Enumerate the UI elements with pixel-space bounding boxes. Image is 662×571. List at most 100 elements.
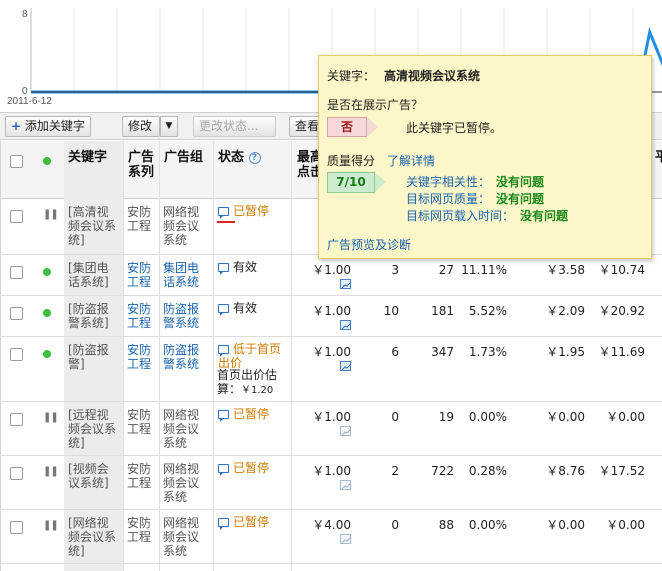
plus-icon: + xyxy=(11,119,22,133)
comment-bubble-icon[interactable] xyxy=(218,464,229,476)
row-checkbox[interactable] xyxy=(10,467,23,480)
row-checkbox[interactable] xyxy=(10,210,23,223)
max-cpc-bid[interactable]: ￥1.00 xyxy=(297,304,351,318)
popup-keyword-value: 高清视频会议系统 xyxy=(384,69,481,83)
campaign-link[interactable]: 安防工程 xyxy=(127,205,155,233)
avg-cpc-value: ￥0.00 xyxy=(546,518,585,532)
comment-bubble-icon[interactable] xyxy=(218,345,229,357)
comment-bubble-icon[interactable] xyxy=(218,410,229,422)
adgroup-link[interactable]: 网络视频会议系统 xyxy=(163,408,205,450)
enabled-dot-icon[interactable] xyxy=(43,350,51,358)
selected-status-underline xyxy=(217,221,235,223)
ctr-value: 5.52% xyxy=(468,304,507,318)
max-cpc-bid[interactable]: ￥4.00 xyxy=(297,518,351,532)
paused-icon[interactable]: ❚❚ xyxy=(43,209,59,220)
add-keyword-button[interactable]: + 添加关键字 xyxy=(5,116,91,137)
max-cpc-bid[interactable]: ￥1.00 xyxy=(297,345,351,359)
landing-quality-label: 目标网页质量： xyxy=(406,192,491,206)
keyword-text[interactable]: [高清视频会议系统] xyxy=(68,205,120,247)
keyword-text[interactable]: [视频会议系统] xyxy=(68,462,120,490)
avg-cpc-value: ￥2.09 xyxy=(546,304,585,318)
keyword-text[interactable]: [网络视频会议系统] xyxy=(68,516,120,558)
avg-cpc-value: ￥1.95 xyxy=(546,345,585,359)
row-checkbox[interactable] xyxy=(10,521,23,534)
avg-cpc-value: ￥0.00 xyxy=(546,410,585,424)
add-keyword-label: 添加关键字 xyxy=(24,119,85,133)
table-row[interactable]: [防盗报警系统] 安防工程 防盗报警系统 有效 ￥1.00 10 181 5.52% ￥2.09… xyxy=(1,296,662,337)
modify-button[interactable]: 修改 xyxy=(122,116,160,137)
table-row[interactable]: [集团电话系统] 安防工程 集团电话系统 有效 ￥1.00 3 27 11.11% ￥3.58 ￥… xyxy=(1,255,662,296)
enabled-dot-icon[interactable] xyxy=(43,309,51,317)
status-cell[interactable]: 已暂停 xyxy=(218,461,288,476)
keyword-text[interactable]: [远程视频会议系统] xyxy=(68,408,120,450)
paused-icon[interactable]: ❚❚ xyxy=(43,412,59,423)
max-cpc-bid[interactable]: ￥1.00 xyxy=(297,410,351,424)
table-row[interactable]: ❚❚ [网络视频会议系统] 安防工程 网络视频会议系统 已暂停 ￥4.00 0 88 0.00%… xyxy=(1,510,662,564)
comment-bubble-icon[interactable] xyxy=(218,518,229,530)
adgroup-link[interactable]: 集团电话系统 xyxy=(163,261,205,289)
bid-simulator-chart-icon[interactable] xyxy=(340,426,352,436)
adgroup-link[interactable]: 网络视频会议系统 xyxy=(163,205,205,247)
comment-bubble-icon[interactable] xyxy=(218,207,229,219)
keyword-text[interactable]: [集团电话系统] xyxy=(68,261,120,289)
status-cell[interactable]: 已暂停 xyxy=(218,407,288,422)
max-cpc-bid[interactable]: ￥1.00 xyxy=(297,263,351,277)
campaign-link[interactable]: 安防工程 xyxy=(127,408,155,436)
avg-cpc-value: ￥8.76 xyxy=(546,464,585,478)
campaign-link[interactable]: 安防工程 xyxy=(127,261,155,289)
help-icon[interactable]: ? xyxy=(248,152,261,164)
table-row[interactable]: [防盗报警] 安防工程 防盗报警系统 低于首页出价 首页出价估算：￥1.20 ￥1.00 6… xyxy=(1,337,662,402)
bid-simulator-chart-icon[interactable] xyxy=(340,480,352,490)
landing-quality-value: 没有问题 xyxy=(496,192,545,206)
status-cell[interactable]: 已暂停 xyxy=(218,204,288,219)
paused-icon[interactable]: ❚❚ xyxy=(43,520,59,531)
popup-keyword-label: 关键字： xyxy=(327,69,376,83)
status-cell[interactable]: 已暂停 xyxy=(218,515,288,530)
status-cell[interactable]: 有效 xyxy=(218,301,288,316)
modify-dropdown-arrow-icon[interactable]: ▼ xyxy=(160,116,178,137)
keyword-text[interactable]: [防盗报警] xyxy=(68,343,120,371)
avg-cpc-value: ￥3.58 xyxy=(546,263,585,277)
bid-simulator-chart-icon[interactable] xyxy=(340,534,352,544)
popup-shown-question: 是否在展示广告？ xyxy=(327,98,424,112)
bid-simulator-chart-icon[interactable] xyxy=(340,320,352,330)
adgroup-link[interactable]: 防盗报警系统 xyxy=(163,302,205,330)
select-all-checkbox[interactable] xyxy=(10,155,23,168)
learn-more-link[interactable]: 了解详情 xyxy=(387,152,435,169)
row-checkbox[interactable] xyxy=(10,348,23,361)
bid-simulator-chart-icon[interactable] xyxy=(340,361,352,371)
ctr-value: 1.73% xyxy=(468,345,507,359)
y-axis-tick-max: 8 xyxy=(22,9,28,20)
max-cpc-bid[interactable]: ￥1.00 xyxy=(297,464,351,478)
impressions-value: 19 xyxy=(438,410,454,424)
ctr-value: 11.11% xyxy=(461,263,507,277)
ctr-value: 0.00% xyxy=(468,410,507,424)
campaign-link[interactable]: 安防工程 xyxy=(127,343,155,371)
comment-bubble-icon[interactable] xyxy=(218,304,229,316)
enabled-dot-icon[interactable] xyxy=(43,268,51,276)
row-checkbox[interactable] xyxy=(10,413,23,426)
status-text: 已暂停 xyxy=(233,515,270,529)
adgroup-link[interactable]: 网络视频会议系统 xyxy=(163,516,205,558)
keyword-text[interactable]: [防盗报警系统] xyxy=(68,302,120,330)
row-checkbox[interactable] xyxy=(10,307,23,320)
campaign-link[interactable]: 安防工程 xyxy=(127,516,155,544)
status-cell[interactable]: 低于首页出价 xyxy=(218,342,288,370)
first-page-bid-value: ￥1.20 xyxy=(241,385,274,396)
adgroup-link[interactable]: 网络视频会议系统 xyxy=(163,462,205,504)
bid-simulator-chart-icon[interactable] xyxy=(340,279,352,289)
row-checkbox[interactable] xyxy=(10,266,23,279)
clicks-value: 2 xyxy=(391,464,399,478)
change-status-button[interactable]: 更改状态... xyxy=(193,116,276,137)
table-row[interactable]: ❚❚ [视频会议系统] 安防工程 网络视频会议系统 已暂停 ￥1.00 2 722 0.28% ￥… xyxy=(1,456,662,510)
paused-icon[interactable]: ❚❚ xyxy=(43,466,59,477)
relevance-value: 没有问题 xyxy=(496,175,545,189)
cost-value: ￥17.52 xyxy=(598,464,645,478)
table-row[interactable]: ❚❚ [远程视频会议系统] 安防工程 网络视频会议系统 已暂停 ￥1.00 0 19 0.00%… xyxy=(1,402,662,456)
ad-preview-diagnosis-link[interactable]: 广告预览及诊断 xyxy=(327,236,411,253)
campaign-link[interactable]: 安防工程 xyxy=(127,302,155,330)
comment-bubble-icon[interactable] xyxy=(218,263,229,275)
campaign-link[interactable]: 安防工程 xyxy=(127,462,155,490)
status-cell[interactable]: 有效 xyxy=(218,260,288,275)
adgroup-link[interactable]: 防盗报警系统 xyxy=(163,343,205,371)
